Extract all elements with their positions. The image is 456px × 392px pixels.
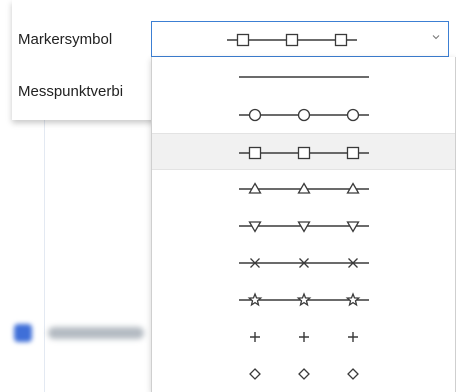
- triangle-up-preview: [239, 182, 369, 194]
- circle-marker-icon: [297, 108, 311, 122]
- triangle-up-marker-icon: [346, 182, 360, 194]
- marker-option-star[interactable]: [152, 281, 455, 318]
- triangle-up-marker-icon: [297, 182, 311, 194]
- marker-option-square[interactable]: [152, 133, 455, 170]
- plus-marker-icon: [250, 332, 260, 342]
- line-connection-label: Messpunktverbi: [18, 83, 124, 100]
- circle-preview: [239, 108, 369, 122]
- plus-marker-icon: [299, 332, 309, 342]
- screen: Markersymbol Messpunktverbi: [0, 0, 456, 392]
- marker-symbol-dropdown-list: [151, 57, 456, 392]
- plus-marker-icon: [348, 332, 358, 342]
- square-marker-icon: [346, 146, 360, 160]
- square-marker-icon: [285, 33, 299, 47]
- marker-option-none[interactable]: [152, 59, 455, 96]
- star-marker-icon: [296, 292, 312, 307]
- square-marker-icon: [236, 33, 250, 47]
- marker-option-circle[interactable]: [152, 96, 455, 133]
- marker-symbol-combobox[interactable]: [151, 21, 449, 57]
- marker-option-plus[interactable]: [152, 318, 455, 355]
- triangle-up-marker-icon: [248, 182, 262, 194]
- x-preview: [239, 258, 369, 268]
- star-preview: [239, 292, 369, 307]
- none-preview: [239, 76, 369, 78]
- guide-line: [44, 120, 45, 392]
- triangle-down-marker-icon: [297, 221, 311, 233]
- square-marker-icon: [248, 146, 262, 160]
- square-marker-icon: [334, 33, 348, 47]
- chevron-down-icon[interactable]: [430, 31, 442, 43]
- marker-symbol-label: Markersymbol: [18, 31, 113, 48]
- marker-option-x[interactable]: [152, 244, 455, 281]
- square-preview: [239, 146, 369, 160]
- selected-marker-preview: [227, 33, 357, 47]
- diamond-marker-icon: [298, 368, 310, 380]
- blurred-list-item: [10, 318, 150, 348]
- marker-option-triangle-down[interactable]: [152, 207, 455, 244]
- blurred-item-text: [48, 327, 144, 339]
- triangle-down-preview: [239, 221, 369, 233]
- marker-option-triangle-up[interactable]: [152, 170, 455, 207]
- triangle-down-marker-icon: [248, 221, 262, 233]
- diamond-marker-icon: [347, 368, 359, 380]
- plus-preview: [250, 332, 358, 342]
- blurred-item-icon: [14, 324, 32, 342]
- diamond-marker-icon: [249, 368, 261, 380]
- circle-marker-icon: [248, 108, 262, 122]
- square-marker-icon: [297, 146, 311, 160]
- diamond-preview: [249, 368, 359, 380]
- marker-option-diamond[interactable]: [152, 355, 455, 392]
- triangle-down-marker-icon: [346, 221, 360, 233]
- star-marker-icon: [345, 292, 361, 307]
- star-marker-icon: [247, 292, 263, 307]
- circle-marker-icon: [346, 108, 360, 122]
